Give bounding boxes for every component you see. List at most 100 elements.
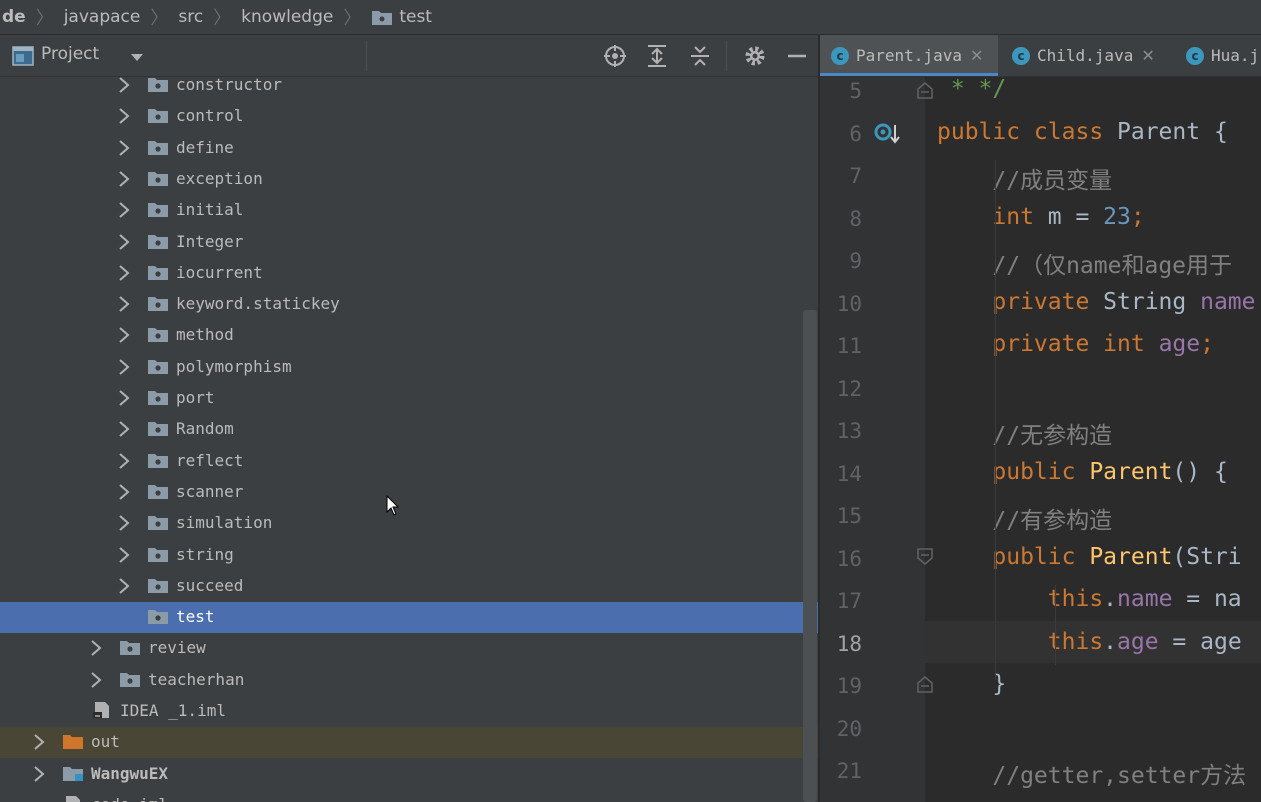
code-token: * */ [937, 76, 1007, 102]
chevron-right-icon[interactable] [117, 139, 131, 157]
tab-hua-j[interactable]: c Hua.j [1175, 35, 1261, 76]
expand-all-icon[interactable] [645, 44, 669, 68]
tree-item-define[interactable]: define [0, 133, 818, 164]
tree-item-label: string [176, 544, 234, 564]
tree-item-teacherhan[interactable]: teacherhan [0, 665, 818, 696]
code-line: int m = 23; [937, 203, 1145, 230]
chevron-right-icon[interactable] [117, 483, 131, 501]
chevron-right-icon[interactable] [117, 514, 131, 532]
fold-marker-icon[interactable] [917, 81, 933, 99]
tree-item-test[interactable]: test [0, 602, 818, 634]
locate-icon[interactable] [603, 44, 627, 68]
tree-item-exception[interactable]: exception [0, 164, 818, 195]
chevron-right-icon[interactable] [117, 577, 131, 595]
package-folder-icon [148, 484, 168, 499]
line-number: 18 [836, 631, 862, 656]
line-number: 10 [836, 291, 862, 316]
tree-item-label: teacherhan [148, 669, 245, 689]
tree-item-code-iml[interactable]: code.iml [0, 790, 818, 802]
chevron-right-icon[interactable] [89, 639, 103, 657]
tree-item-label: iocurrent [176, 262, 263, 282]
tree-scrollbar[interactable] [803, 310, 817, 802]
chevron-right-icon[interactable] [117, 326, 131, 344]
code-token: //getter,setter方法 [937, 763, 1247, 789]
package-folder-icon [148, 203, 168, 218]
chevron-right-icon[interactable] [117, 358, 131, 376]
code-line: private String name [937, 288, 1255, 315]
tree-item-label: port [176, 388, 215, 407]
breadcrumb-item-root[interactable]: de [0, 7, 30, 27]
tree-item-random[interactable]: Random [0, 414, 818, 445]
tree-item-string[interactable]: string [0, 540, 818, 571]
tree-item-port[interactable]: port [0, 383, 818, 414]
package-folder-icon [372, 11, 393, 25]
breadcrumb-item-javapace[interactable]: javapace [60, 7, 145, 27]
chevron-right-icon[interactable] [117, 295, 131, 313]
chevron-right-icon[interactable] [117, 389, 131, 407]
module-file-icon [66, 795, 80, 802]
tab-parent-java[interactable]: c Parent.java ✕ [820, 35, 998, 76]
chevron-right-icon[interactable] [117, 420, 131, 438]
chevron-right-icon[interactable] [89, 671, 103, 689]
tree-item-review[interactable]: review [0, 633, 818, 664]
tab-child-java[interactable]: c Child.java ✕ [1001, 35, 1172, 76]
tree-item-succeed[interactable]: succeed [0, 571, 818, 602]
breadcrumb-item-src[interactable]: src [174, 7, 207, 27]
fold-marker-icon[interactable] [917, 548, 933, 566]
fold-marker-icon[interactable] [917, 675, 933, 693]
chevron-right-icon[interactable] [117, 233, 131, 251]
package-folder-icon [120, 641, 140, 656]
chevron-right-icon[interactable] [117, 546, 131, 564]
chevron-down-icon[interactable] [130, 51, 144, 63]
code-line: public Parent(Stri [937, 544, 1241, 570]
minimize-icon[interactable] [785, 44, 809, 68]
tree-item-label: scanner [176, 481, 244, 501]
code-line: this.name = na [937, 586, 1242, 612]
tree-item-constructor[interactable]: constructor [0, 77, 818, 101]
header-divider [726, 41, 727, 71]
chevron-right-icon[interactable] [32, 765, 46, 783]
chevron-right-icon[interactable] [117, 201, 131, 219]
gear-icon[interactable] [743, 44, 767, 68]
tree-item-reflect[interactable]: reflect [0, 446, 818, 477]
tree-item-scanner[interactable]: scanner [0, 477, 818, 508]
code-token: = age [1158, 628, 1242, 655]
package-folder-icon [148, 265, 168, 280]
code-token: ; [1130, 203, 1145, 230]
chevron-right-icon[interactable] [117, 264, 131, 282]
close-tab-icon[interactable]: ✕ [970, 46, 983, 65]
tree-item-control[interactable]: control [0, 101, 818, 132]
chevron-right-icon[interactable] [117, 170, 131, 188]
excluded-folder-icon [63, 735, 83, 750]
module-file-icon [93, 702, 109, 718]
code-token: //无参构造 [937, 423, 1113, 449]
breadcrumb-item-test[interactable]: test [367, 7, 436, 27]
tree-item-label: test [176, 607, 215, 627]
tree-item-idea-1-iml[interactable]: IDEA _1.iml [0, 696, 818, 727]
tree-item-integer[interactable]: Integer [0, 227, 818, 258]
code-token: private [937, 288, 1104, 315]
tree-item-label: Random [176, 419, 234, 439]
code-line: this.age = age [937, 629, 1242, 655]
breadcrumb-item-knowledge[interactable]: knowledge [237, 7, 337, 27]
chevron-right-icon[interactable] [117, 452, 131, 470]
tree-item-polymorphism[interactable]: polymorphism [0, 352, 818, 383]
package-folder-icon [148, 140, 168, 155]
chevron-right-icon[interactable] [117, 77, 131, 94]
line-number: 16 [836, 546, 862, 571]
tree-item-iocurrent[interactable]: iocurrent [0, 258, 818, 289]
project-view-title[interactable]: Project [41, 44, 99, 64]
tree-item-initial[interactable]: initial [0, 195, 818, 226]
tree-item-method[interactable]: method [0, 320, 818, 351]
tree-item-wangwuex[interactable]: WangwuEX [0, 759, 818, 790]
close-tab-icon[interactable]: ✕ [1141, 46, 1154, 65]
java-class-icon: c [1012, 46, 1030, 65]
chevron-right-icon[interactable] [117, 107, 131, 125]
tree-item-keyword-statickey[interactable]: keyword.statickey [0, 289, 818, 320]
tree-item-out[interactable]: out [0, 727, 818, 759]
project-tree[interactable]: constructor control define exception initial… [0, 77, 818, 802]
chevron-right-icon[interactable] [32, 733, 46, 751]
collapse-all-icon[interactable] [688, 44, 712, 68]
override-marker-icon[interactable] [873, 121, 903, 147]
tree-item-simulation[interactable]: simulation [0, 508, 818, 539]
